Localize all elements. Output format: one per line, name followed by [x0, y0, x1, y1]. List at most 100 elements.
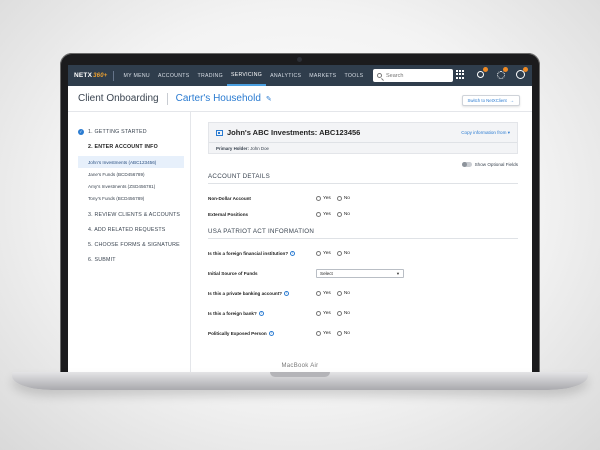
info-icon[interactable]: i [284, 290, 290, 296]
grid-icon [456, 70, 465, 79]
step-label: 4. ADD RELATED REQUESTS [88, 226, 166, 233]
household-link[interactable]: Carter's Household [176, 93, 261, 104]
radio-no[interactable]: No [336, 310, 350, 316]
netx-logo[interactable]: NETX 360+ [74, 72, 107, 79]
info-icon[interactable]: i [258, 310, 264, 316]
step-add-related-requests[interactable]: 4. ADD RELATED REQUESTS [78, 224, 190, 235]
laptop-bezel: NETX 360+ MY MENU ACCOUNTS TRADING SERVI… [60, 53, 540, 373]
logo-badge: 360+ [93, 72, 108, 79]
radio-circle-icon [336, 195, 342, 201]
radio-yes[interactable]: Yes [316, 330, 331, 336]
radio-circle-icon [336, 211, 342, 217]
primary-holder-label: Primary Holder: [216, 146, 249, 151]
account-item-amys-investments[interactable]: Amy's Investments (ZSD456781) [78, 180, 184, 192]
pencil-icon[interactable]: ✎ [266, 95, 272, 103]
optional-fields-label: Show Optional Fields [474, 162, 518, 167]
form-row-politically-exposed: Politically Exposed Person i Yes No [208, 325, 518, 341]
search-icon [377, 73, 382, 78]
form-label: Non-Dollar Account [208, 195, 251, 201]
radio-yes[interactable]: Yes [316, 211, 331, 217]
radio-no[interactable]: No [336, 195, 350, 201]
search-box[interactable] [373, 69, 453, 82]
switch-to-netxclient-button[interactable]: Switch to NetXClient → [461, 95, 520, 106]
account-item-johns-investments[interactable]: John's Investments (ABC123456) [78, 156, 184, 168]
page-body: ✓ 1. GETTING STARTED 2. ENTER ACCOUNT IN… [68, 112, 532, 373]
step-review-clients[interactable]: 3. REVIEW CLIENTS & ACCOUNTS [78, 209, 190, 220]
radio-circle-icon [316, 290, 321, 296]
form-label: Politically Exposed Person i [208, 330, 316, 336]
nav-trading[interactable]: TRADING [194, 65, 227, 86]
top-nav-bar: NETX 360+ MY MENU ACCOUNTS TRADING SERVI… [68, 65, 532, 86]
form-row-external-positions: External Positions Yes No [208, 206, 518, 222]
page-title: Client Onboarding [78, 93, 159, 104]
nav-analytics[interactable]: ANALYTICS [266, 65, 305, 86]
card-divider [209, 142, 517, 143]
search-input[interactable] [386, 72, 446, 79]
info-icon[interactable]: i [268, 330, 274, 336]
apps-grid-button[interactable] [455, 69, 466, 80]
step-getting-started[interactable]: ✓ 1. GETTING STARTED [78, 126, 190, 137]
step-submit[interactable]: 6. SUBMIT [78, 254, 190, 265]
radio-no[interactable]: No [336, 250, 350, 256]
source-of-funds-select[interactable]: Select ▼ [316, 268, 404, 278]
radio-circle-icon [336, 310, 342, 316]
copy-information-dropdown[interactable]: Copy information from ▾ [461, 130, 510, 136]
nav-my-menu[interactable]: MY MENU [119, 65, 154, 86]
header-divider [166, 92, 168, 105]
radio-circle-icon [316, 330, 321, 336]
step-sidebar: ✓ 1. GETTING STARTED 2. ENTER ACCOUNT IN… [68, 112, 191, 373]
optional-fields-toggle[interactable] [461, 162, 472, 167]
notifications-button[interactable] [475, 67, 488, 80]
form-label: Is this a foreign financial institution?… [208, 250, 316, 256]
form-row-foreign-financial: Is this a foreign financial institution?… [208, 245, 518, 261]
camera [297, 57, 302, 62]
radio-no[interactable]: No [336, 290, 350, 296]
patriot-act-heading: USA PATRIOT ACT INFORMATION [208, 228, 518, 239]
nav-servicing[interactable]: SERVICING [226, 65, 267, 86]
radio-yes[interactable]: Yes [316, 250, 331, 256]
account-details-heading: ACCOUNT DETAILS [208, 173, 518, 184]
account-title: John's ABC Investments: ABC123456 [227, 128, 361, 137]
select-value: Select [320, 270, 333, 276]
radio-yes[interactable]: Yes [316, 290, 331, 296]
check-icon: ✓ [78, 128, 84, 135]
nav-menu: MY MENU ACCOUNTS TRADING SERVICING ANALY… [119, 65, 367, 86]
radio-circle-icon [316, 195, 321, 201]
step-label: 2. ENTER ACCOUNT INFO [88, 143, 158, 150]
nav-accounts[interactable]: ACCOUNTS [154, 65, 194, 86]
step-label: 6. SUBMIT [88, 256, 116, 263]
form-row-non-dollar: Non-Dollar Account Yes No [208, 190, 518, 206]
form-label: Is this a foreign bank? i [208, 310, 316, 316]
radio-circle-icon [336, 290, 342, 296]
primary-holder-value: John Doe [250, 146, 269, 151]
radio-yes[interactable]: Yes [316, 195, 331, 201]
radio-yes[interactable]: Yes [316, 310, 331, 316]
account-item-tonys-funds[interactable]: Tony's Funds (BCD456789) [78, 192, 184, 204]
caret-down-icon: ▼ [396, 270, 400, 276]
user-menu-button[interactable] [515, 67, 528, 80]
chevron-down-icon: ▾ [507, 130, 510, 135]
settings-button[interactable] [495, 67, 508, 80]
base-notch [270, 372, 330, 377]
nav-markets[interactable]: MARKETS [305, 65, 340, 86]
app-screen: NETX 360+ MY MENU ACCOUNTS TRADING SERVI… [68, 65, 532, 373]
account-icon [216, 129, 223, 136]
form-row-foreign-bank: Is this a foreign bank? i Yes No [208, 305, 518, 321]
copy-from-label: Copy information from [461, 130, 507, 135]
step-enter-account-info[interactable]: 2. ENTER ACCOUNT INFO [78, 141, 190, 152]
page-header: Client Onboarding Carter's Household ✎ S… [68, 86, 532, 112]
radio-no[interactable]: No [336, 330, 350, 336]
laptop-base: MacBook Air [12, 363, 588, 390]
account-card: John's ABC Investments: ABC123456 Copy i… [208, 122, 518, 154]
form-row-source-of-funds: Initial Source of Funds Select ▼ [208, 265, 518, 281]
radio-no[interactable]: No [336, 211, 350, 217]
radio-circle-icon [316, 310, 321, 316]
notification-badge [483, 67, 488, 72]
info-icon[interactable]: i [290, 250, 296, 256]
form-label: Initial Source of Funds [208, 270, 258, 276]
account-item-janes-funds[interactable]: Jane's Funds (BCD456789) [78, 168, 184, 180]
laptop-brand-label: MacBook Air [281, 363, 319, 369]
nav-tools[interactable]: TOOLS [340, 65, 367, 86]
step-choose-forms[interactable]: 5. CHOOSE FORMS & SIGNATURE [78, 239, 190, 250]
nav-divider [113, 70, 115, 81]
